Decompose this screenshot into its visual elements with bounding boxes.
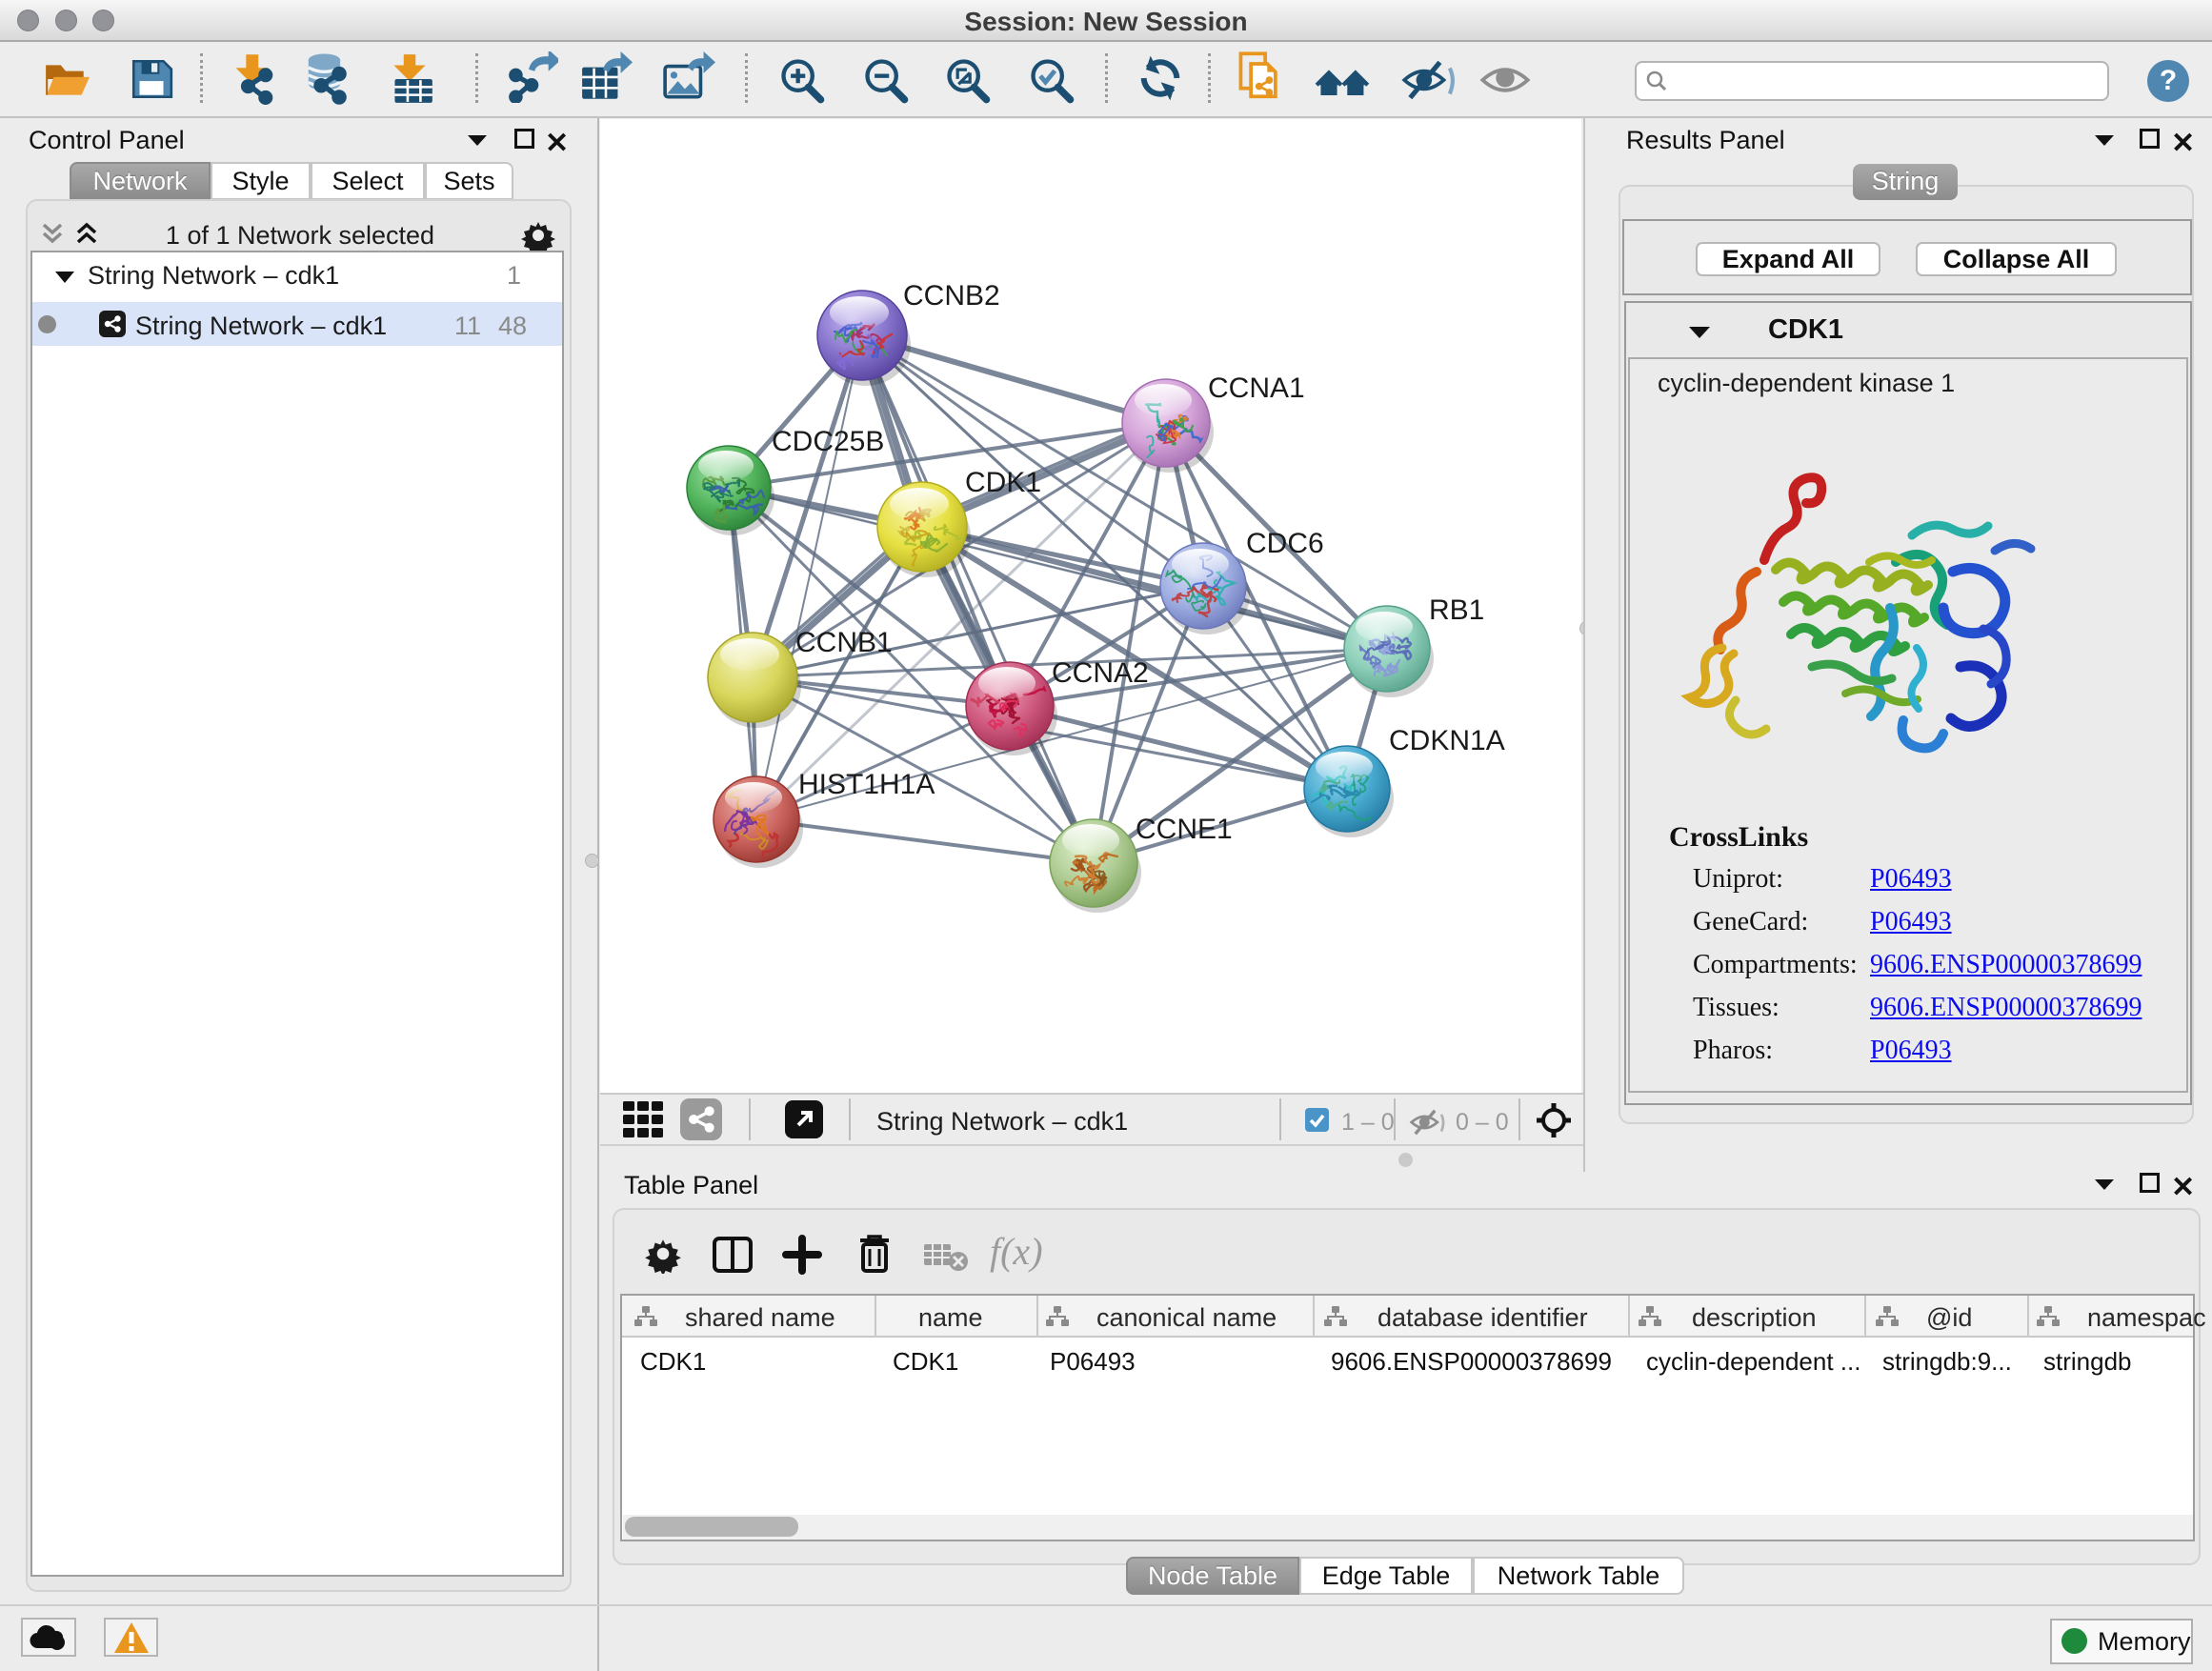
svg-text:CCNA1: CCNA1	[1208, 372, 1305, 404]
svg-text:CDC25B: CDC25B	[772, 426, 884, 457]
svg-text:?: ?	[2160, 65, 2177, 96]
svg-text:CDK1: CDK1	[965, 467, 1041, 498]
svg-text:RB1: RB1	[1429, 594, 1484, 626]
svg-text:CDKN1A: CDKN1A	[1389, 725, 1505, 756]
svg-text:CCNB1: CCNB1	[795, 627, 893, 658]
svg-text:CCNA2: CCNA2	[1052, 657, 1149, 689]
svg-text:CCNB2: CCNB2	[903, 280, 1000, 312]
svg-text:CDC6: CDC6	[1246, 528, 1324, 559]
svg-text:CCNE1: CCNE1	[1136, 814, 1233, 845]
svg-text:HIST1H1A: HIST1H1A	[798, 769, 935, 800]
